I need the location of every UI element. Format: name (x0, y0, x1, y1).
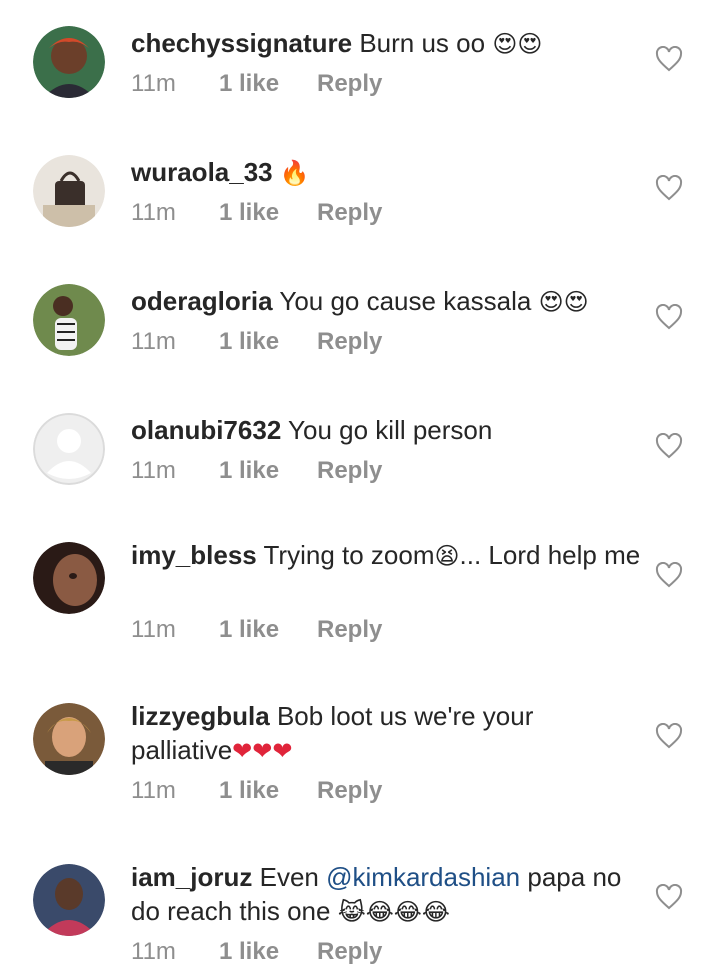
heart-outline-icon[interactable] (655, 723, 683, 749)
heart-outline-icon[interactable] (655, 562, 683, 588)
heart-outline-icon[interactable] (655, 304, 683, 330)
comment-likes-link[interactable]: 1 like (219, 616, 317, 644)
heart-eyes-emoji-icon: 😍😍 (492, 30, 543, 58)
avatar[interactable] (33, 26, 105, 98)
comment-likes-link[interactable]: 1 like (219, 938, 317, 966)
comment-username[interactable]: iam_joruz (131, 862, 252, 892)
reply-button[interactable]: Reply (317, 938, 382, 966)
heart-outline-icon[interactable] (655, 46, 683, 72)
comment-timestamp: 11m (131, 777, 176, 804)
reply-button[interactable]: Reply (317, 70, 382, 98)
comment-meta: 11m 1 like Reply (131, 199, 382, 227)
comment-likes-link[interactable]: 1 like (219, 457, 317, 485)
comment-timestamp: 11m (131, 199, 176, 226)
comment-text: chechyssignature Burn us oo 😍😍 (131, 26, 641, 61)
comment-username[interactable]: oderagloria (131, 286, 273, 316)
default-avatar-icon[interactable] (33, 413, 105, 485)
comment-username[interactable]: imy_bless (131, 540, 257, 570)
comment-body: Even (259, 862, 319, 892)
reply-button[interactable]: Reply (317, 199, 382, 227)
comment-text: imy_bless Trying to zoom😫... Lord help m… (131, 538, 641, 573)
comment-timestamp: 11m (131, 70, 176, 97)
comment-timestamp: 11m (131, 457, 176, 484)
comment-text: oderagloria You go cause kassala 😍😍 (131, 284, 641, 319)
heart-outline-icon[interactable] (655, 175, 683, 201)
comment-meta: 11m 1 like Reply (131, 616, 382, 644)
avatar[interactable] (33, 703, 105, 775)
comment-timestamp: 11m (131, 938, 176, 965)
reply-button[interactable]: Reply (317, 328, 382, 356)
comment-username[interactable]: olanubi7632 (131, 415, 281, 445)
comment-likes-link[interactable]: 1 like (219, 199, 317, 227)
laughing-emoji-icon: 😹😂😂😂 (337, 898, 450, 926)
comment-likes-link[interactable]: 1 like (219, 328, 317, 356)
heart-outline-icon[interactable] (655, 433, 683, 459)
reply-button[interactable]: Reply (317, 457, 382, 485)
comment-body: Burn us oo (359, 28, 486, 58)
comment-meta: 11m 1 like Reply (131, 70, 382, 98)
reply-button[interactable]: Reply (317, 777, 382, 805)
comment-username[interactable]: chechyssignature (131, 28, 352, 58)
comment-body: You go cause kassala (279, 286, 532, 316)
comment-text: iam_joruz Even @kimkardashian papa no do… (131, 860, 641, 929)
comment-body: You go kill person (288, 415, 493, 445)
comment-list: chechyssignature Burn us oo 😍😍 11m 1 like… (0, 0, 720, 974)
avatar[interactable] (33, 864, 105, 936)
avatar[interactable] (33, 155, 105, 227)
comment-timestamp: 11m (131, 616, 176, 643)
comment-body: Trying to zoom (263, 540, 435, 570)
comment-text: wuraola_33 🔥 (131, 155, 641, 190)
comment-text: lizzyegbula Bob loot us we're your palli… (131, 699, 641, 768)
avatar[interactable] (33, 284, 105, 356)
comment-meta: 11m 1 like Reply (131, 777, 382, 805)
comment-likes-link[interactable]: 1 like (219, 777, 317, 805)
avatar[interactable] (33, 542, 105, 614)
tired-face-emoji-icon: 😫 (434, 542, 460, 570)
comment-timestamp: 11m (131, 328, 176, 355)
comment-body-continued: ... Lord help me (459, 540, 641, 570)
comment-meta: 11m 1 like Reply (131, 457, 382, 485)
comment-username[interactable]: wuraola_33 (131, 157, 273, 187)
heart-eyes-emoji-icon: 😍😍 (538, 288, 589, 316)
mention-link[interactable]: @kimkardashian (326, 862, 520, 892)
comment-meta: 11m 1 like Reply (131, 328, 382, 356)
heart-outline-icon[interactable] (655, 884, 683, 910)
fire-emoji-icon: 🔥 (279, 159, 310, 187)
red-heart-emoji-icon: ❤❤❤ (232, 737, 293, 765)
comment-text: olanubi7632 You go kill person (131, 413, 641, 447)
comment-likes-link[interactable]: 1 like (219, 70, 317, 98)
comment-meta: 11m 1 like Reply (131, 938, 382, 966)
comment-username[interactable]: lizzyegbula (131, 701, 270, 731)
reply-button[interactable]: Reply (317, 616, 382, 644)
